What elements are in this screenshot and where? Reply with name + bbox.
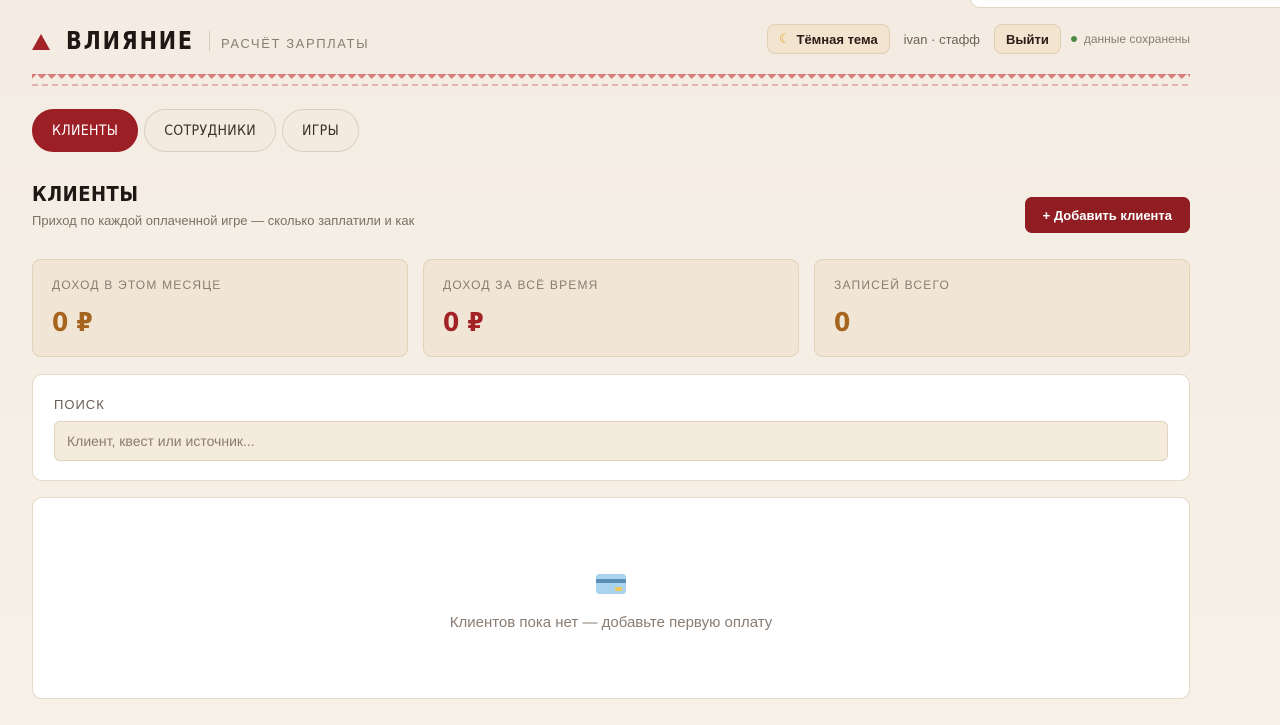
stat-label: ЗАПИСЕЙ ВСЕГО bbox=[834, 278, 951, 292]
search-input[interactable] bbox=[54, 421, 1168, 461]
tab-clients[interactable]: КЛИЕНТЫ bbox=[32, 109, 139, 152]
page-title: КЛИЕНТЫ bbox=[32, 182, 139, 206]
brand-subtitle: РАСЧЁТ ЗАРПЛАТЫ bbox=[220, 36, 370, 51]
stat-label: ДОХОД ЗА ВСЁ ВРЕМЯ bbox=[443, 278, 599, 292]
empty-state-text: Клиентов пока нет — добавьте первую опла… bbox=[449, 613, 773, 631]
current-user: ivan · стафф bbox=[903, 31, 981, 47]
page-subtitle: Приход по каждой оплаченной игре — сколь… bbox=[32, 213, 415, 228]
triangle-logo-icon bbox=[32, 33, 50, 50]
search-card: ПОИСК bbox=[32, 374, 1190, 481]
save-status: данные сохранены bbox=[1070, 32, 1190, 46]
header: ВЛИЯНИЕ РАСЧЁТ ЗАРПЛАТЫ ☾ Тёмная тема iv… bbox=[32, 0, 1190, 72]
status-dot-icon bbox=[1070, 36, 1077, 42]
stat-value: 0 bbox=[834, 308, 851, 338]
stat-card-total-income: ДОХОД ЗА ВСЁ ВРЕМЯ 0 ₽ bbox=[423, 259, 799, 357]
dark-theme-button[interactable]: ☾ Тёмная тема bbox=[766, 24, 890, 54]
stat-value: 0 ₽ bbox=[52, 308, 93, 338]
header-actions: ☾ Тёмная тема ivan · стафф Выйти данные … bbox=[766, 24, 1190, 54]
tab-bar: КЛИЕНТЫ СОТРУДНИКИ ИГРЫ bbox=[32, 109, 359, 152]
dark-theme-label: Тёмная тема bbox=[796, 31, 878, 47]
stat-card-month-income: ДОХОД В ЭТОМ МЕСЯЦЕ 0 ₽ bbox=[32, 259, 408, 357]
brand-name: ВЛИЯНИЕ bbox=[66, 26, 194, 55]
stat-card-total-records: ЗАПИСЕЙ ВСЕГО 0 bbox=[814, 259, 1190, 357]
brand-divider bbox=[208, 30, 210, 51]
logout-button[interactable]: Выйти bbox=[994, 24, 1061, 54]
stats-row: ДОХОД В ЭТОМ МЕСЯЦЕ 0 ₽ ДОХОД ЗА ВСЁ ВРЕ… bbox=[32, 259, 1190, 357]
decorative-zigzag-divider bbox=[32, 74, 1190, 88]
tab-games[interactable]: ИГРЫ bbox=[281, 109, 359, 152]
save-status-text: данные сохранены bbox=[1083, 32, 1190, 46]
stat-value: 0 ₽ bbox=[443, 308, 484, 338]
clients-empty-state: Клиентов пока нет — добавьте первую опла… bbox=[32, 497, 1190, 699]
brand: ВЛИЯНИЕ РАСЧЁТ ЗАРПЛАТЫ bbox=[32, 26, 369, 55]
credit-card-icon bbox=[596, 573, 626, 594]
moon-icon: ☾ bbox=[778, 31, 791, 46]
add-client-button[interactable]: + Добавить клиента bbox=[1024, 197, 1190, 233]
app-container: ВЛИЯНИЕ РАСЧЁТ ЗАРПЛАТЫ ☾ Тёмная тема iv… bbox=[32, 0, 1190, 699]
tab-employees[interactable]: СОТРУДНИКИ bbox=[144, 109, 276, 152]
search-label: ПОИСК bbox=[54, 397, 105, 412]
stat-label: ДОХОД В ЭТОМ МЕСЯЦЕ bbox=[52, 278, 222, 292]
